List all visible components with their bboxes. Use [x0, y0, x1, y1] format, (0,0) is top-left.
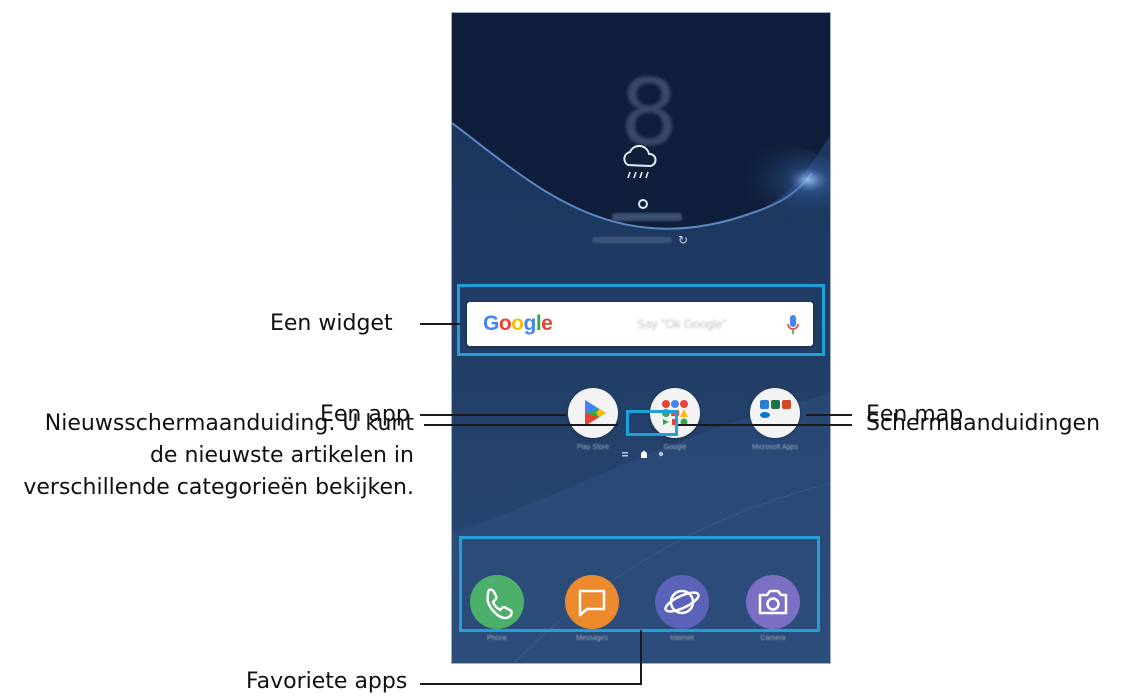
news-indicator-leader-line	[424, 424, 618, 426]
label-news-indicator-2: de nieuwste artikelen in	[149, 443, 414, 468]
label-favorite-apps: Favoriete apps	[246, 669, 408, 694]
app-label: Messages	[576, 635, 608, 642]
label-screen-indicators: Schermaanduidingen	[866, 411, 1101, 436]
app-microsoft-folder[interactable]: Microsoft Apps	[748, 388, 802, 451]
app-label: Play Store	[576, 444, 610, 451]
folder-leader-line	[806, 414, 852, 416]
widget-leader-line	[420, 323, 460, 325]
favorite-apps-leader-vline	[640, 630, 642, 685]
app-label: Camera	[760, 635, 786, 642]
refresh-icon[interactable]: ↻	[678, 233, 688, 247]
location-pin-icon	[638, 199, 648, 209]
label-news-indicator-3: verschillende categorieën bekijken.	[23, 475, 414, 500]
screen-indicator-callout-box	[626, 410, 678, 436]
favorite-apps-leader-line	[420, 683, 642, 685]
label-widget: Een widget	[270, 311, 393, 336]
location-text	[612, 213, 682, 221]
microsoft-apps-folder-icon	[760, 400, 791, 418]
app-label: Phone	[486, 635, 508, 642]
app-play-store[interactable]: Play Store	[566, 388, 620, 451]
widget-callout-box	[457, 284, 825, 356]
date-text	[592, 237, 672, 243]
rain-cloud-icon	[623, 144, 657, 179]
label-news-indicator-1: Nieuwsschermaanduiding. U kunt	[44, 411, 414, 436]
play-store-icon	[585, 400, 606, 426]
app-label: Internet	[670, 635, 694, 642]
app-leader-line	[420, 414, 566, 416]
app-label: Microsoft Apps	[752, 444, 798, 451]
favorite-apps-callout-box	[459, 536, 820, 632]
page-indicators[interactable]	[622, 444, 672, 464]
screen-indicator-leader-line	[678, 424, 852, 426]
